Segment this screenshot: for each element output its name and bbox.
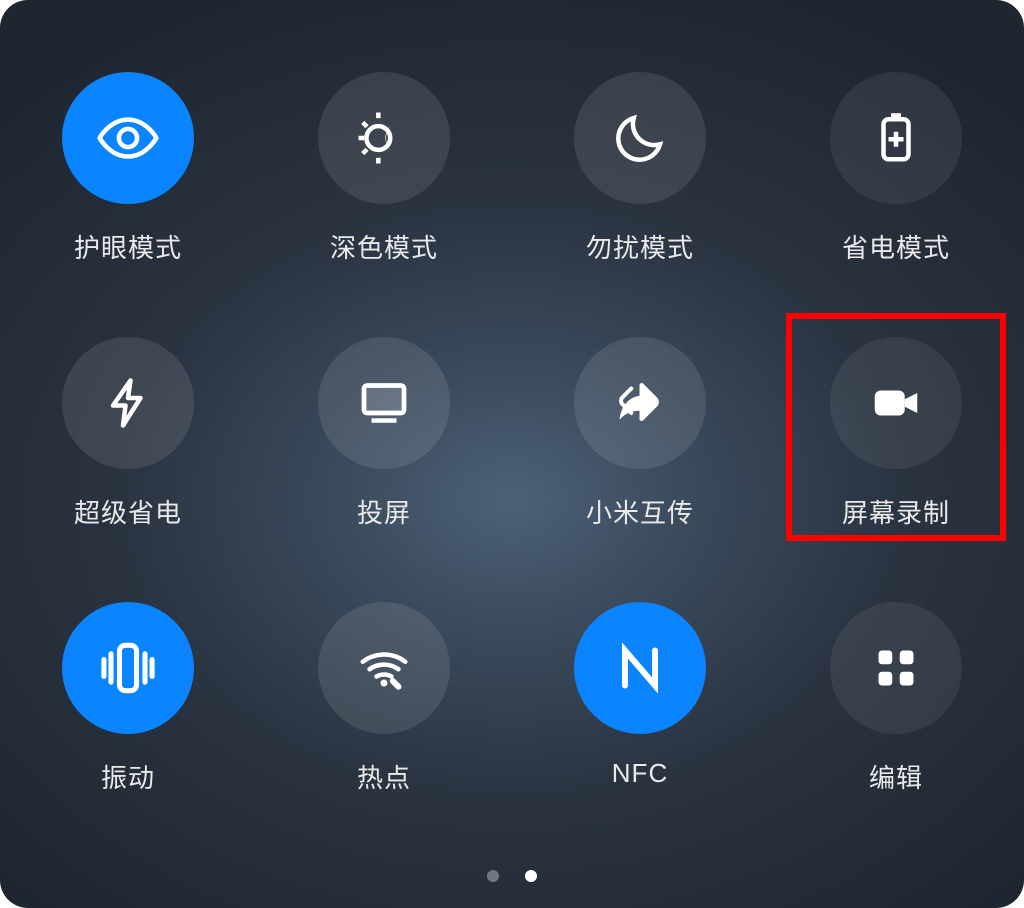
sun-moon-icon bbox=[318, 72, 450, 204]
bolt-icon bbox=[62, 337, 194, 469]
nfc-icon bbox=[574, 602, 706, 734]
tile-cast[interactable]: 投屏 bbox=[318, 337, 450, 530]
eye-icon bbox=[62, 72, 194, 204]
page-indicator[interactable] bbox=[0, 870, 1024, 882]
screen-icon bbox=[318, 337, 450, 469]
tile-vibrate[interactable]: 振动 bbox=[62, 602, 194, 795]
tile-nfc[interactable]: NFC bbox=[574, 602, 706, 795]
moon-icon bbox=[574, 72, 706, 204]
tile-label: 热点 bbox=[357, 758, 411, 795]
tile-label: 屏幕录制 bbox=[842, 493, 950, 530]
pager-dot-current bbox=[525, 870, 537, 882]
tile-label: 勿扰模式 bbox=[586, 228, 694, 265]
tile-mi-share[interactable]: 小米互传 bbox=[574, 337, 706, 530]
tile-label: 编辑 bbox=[869, 758, 923, 795]
tile-label: 深色模式 bbox=[330, 228, 438, 265]
hotspot-icon bbox=[318, 602, 450, 734]
tile-label: 投屏 bbox=[357, 493, 411, 530]
tile-dnd[interactable]: 勿扰模式 bbox=[574, 72, 706, 265]
mi-share-icon bbox=[574, 337, 706, 469]
tile-edit[interactable]: 编辑 bbox=[830, 602, 962, 795]
tile-battery-saver[interactable]: 省电模式 bbox=[830, 72, 962, 265]
tile-label: 护眼模式 bbox=[74, 228, 182, 265]
tile-hotspot[interactable]: 热点 bbox=[318, 602, 450, 795]
tile-label: 省电模式 bbox=[842, 228, 950, 265]
tile-label: NFC bbox=[612, 758, 668, 789]
video-camera-icon bbox=[830, 337, 962, 469]
battery-plus-icon bbox=[830, 72, 962, 204]
vibrate-icon bbox=[62, 602, 194, 734]
grid-icon bbox=[830, 602, 962, 734]
tile-eye-protect[interactable]: 护眼模式 bbox=[62, 72, 194, 265]
tile-label: 振动 bbox=[101, 758, 155, 795]
control-center-panel: 护眼模式 深色模式 勿扰模式 bbox=[0, 0, 1024, 908]
tile-label: 超级省电 bbox=[74, 493, 182, 530]
tiles-grid: 护眼模式 深色模式 勿扰模式 bbox=[0, 72, 1024, 795]
tile-screen-record[interactable]: 屏幕录制 bbox=[830, 337, 962, 530]
tile-dark-mode[interactable]: 深色模式 bbox=[318, 72, 450, 265]
tile-ultra-saver[interactable]: 超级省电 bbox=[62, 337, 194, 530]
tile-label: 小米互传 bbox=[586, 493, 694, 530]
pager-dot bbox=[487, 870, 499, 882]
